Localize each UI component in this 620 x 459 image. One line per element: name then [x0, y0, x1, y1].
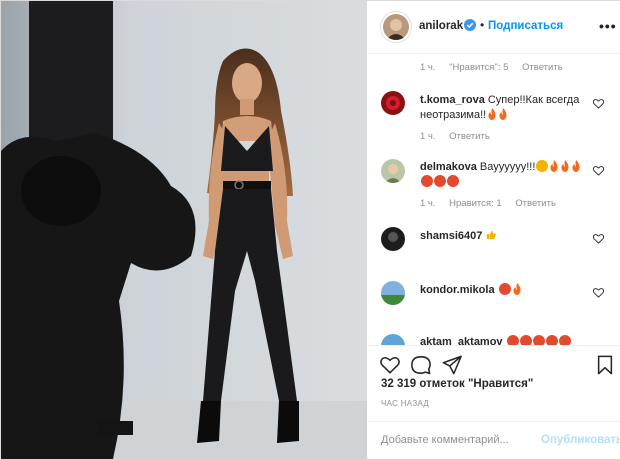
avatar-landscape-image [381, 281, 405, 305]
author-username[interactable]: anilorak [419, 20, 463, 32]
avatar-photo-image [381, 159, 405, 183]
like-comment-heart-icon[interactable] [593, 98, 604, 109]
fire-emoji-icon [550, 160, 558, 172]
comment-reply[interactable]: Ответить [515, 198, 556, 209]
comment-likes[interactable]: Нравится: 1 [449, 198, 501, 209]
avatar-rose-image [381, 91, 405, 115]
heart-icon[interactable] [380, 355, 400, 375]
fire-emoji-icon [512, 283, 521, 295]
comment-username[interactable]: t.koma_rova [420, 94, 485, 106]
thumbs-up-emoji-icon [487, 230, 497, 240]
emoji-icon [421, 175, 433, 187]
comment-avatar[interactable] [381, 281, 405, 305]
comment-composer: Опубликовать [368, 421, 620, 459]
comments-list[interactable]: 1 ч. "Нравится": 5 Ответить t.koma_rova С… [368, 54, 620, 345]
comment-meta: 1 ч. Ответить [420, 131, 501, 142]
avatar-dark-image [381, 227, 405, 251]
comment-username[interactable]: kondor.mikola [420, 284, 495, 296]
caption-reply[interactable]: Ответить [522, 62, 563, 73]
emoji-icon [447, 175, 459, 187]
post-sidebar: anilorak • Подписаться ••• 1 ч. "Нравитс… [368, 1, 620, 459]
comment-time: 1 ч. [420, 198, 436, 209]
comment-text: shamsi6407 [420, 229, 590, 244]
comment-icon[interactable] [411, 355, 431, 375]
comment-avatar[interactable] [381, 159, 405, 183]
comment-time: 1 ч. [420, 131, 436, 142]
comment-text: t.koma_rova Супер!!Как всегда неотразима!… [420, 93, 590, 123]
fire-emoji-icon [499, 108, 507, 120]
comment-meta: 1 ч. Нравится: 1 Ответить [420, 198, 567, 209]
emoji-icon [506, 335, 519, 345]
publish-button[interactable]: Опубликовать [541, 434, 620, 446]
author-avatar-image [383, 14, 409, 40]
emoji-icon [536, 160, 549, 172]
caption-time: 1 ч. [420, 62, 436, 73]
post-photo[interactable] [1, 1, 367, 459]
comment-avatar[interactable] [381, 334, 405, 345]
fire-emoji-icon [572, 160, 580, 172]
separator-dot: • [480, 18, 485, 32]
author-avatar[interactable] [381, 12, 411, 42]
caption-likes[interactable]: "Нравится": 5 [449, 62, 508, 73]
like-count[interactable]: 32 319 отметок "Нравится" [381, 378, 533, 390]
emoji-icon [519, 335, 532, 345]
post-actions [368, 345, 620, 379]
caption-meta: 1 ч. "Нравится": 5 Ответить [420, 62, 574, 73]
fire-emoji-icon [488, 108, 496, 120]
comment-text: aktam_aktamov [420, 335, 590, 345]
comment-username[interactable]: shamsi6407 [420, 230, 482, 242]
subscribe-button[interactable]: Подписаться [488, 20, 563, 32]
more-options-icon[interactable]: ••• [599, 18, 617, 34]
comment-reply[interactable]: Ответить [449, 131, 490, 142]
comment-body: Вауууууу!!! [479, 161, 536, 173]
like-comment-heart-icon[interactable] [593, 165, 604, 176]
photo-illustration [1, 1, 367, 459]
comment-username[interactable]: delmakova [420, 161, 477, 173]
comment-text: kondor.mikola [420, 283, 590, 298]
bookmark-icon[interactable] [595, 355, 615, 375]
emoji-icon [545, 335, 558, 345]
emoji-icon [434, 175, 446, 187]
post-timestamp: ЧАС НАЗАД [381, 399, 430, 408]
comment-avatar[interactable] [381, 91, 405, 115]
comment-input[interactable] [381, 434, 531, 446]
avatar-image [381, 334, 405, 345]
like-comment-heart-icon[interactable] [593, 287, 604, 298]
emoji-icon [558, 335, 571, 345]
comment-text: delmakova Вауууууу!!! [420, 160, 590, 190]
verified-badge-icon [464, 19, 476, 31]
emoji-icon [532, 335, 545, 345]
post-header: anilorak • Подписаться ••• [368, 1, 620, 54]
fire-emoji-icon [561, 160, 569, 172]
emoji-icon [498, 283, 511, 295]
like-comment-heart-icon[interactable] [593, 233, 604, 244]
comment-avatar[interactable] [381, 227, 405, 251]
comment-username[interactable]: aktam_aktamov [420, 336, 503, 345]
share-icon[interactable] [442, 355, 462, 375]
instagram-post: anilorak • Подписаться ••• 1 ч. "Нравитс… [0, 0, 620, 459]
